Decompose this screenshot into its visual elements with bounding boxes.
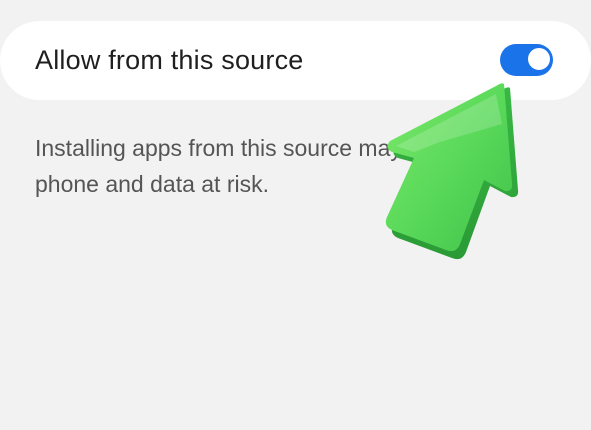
allow-source-label: Allow from this source <box>35 45 304 75</box>
allow-source-toggle[interactable] <box>500 44 553 76</box>
toggle-knob <box>526 46 552 72</box>
pointer-arrow-icon <box>385 83 519 260</box>
